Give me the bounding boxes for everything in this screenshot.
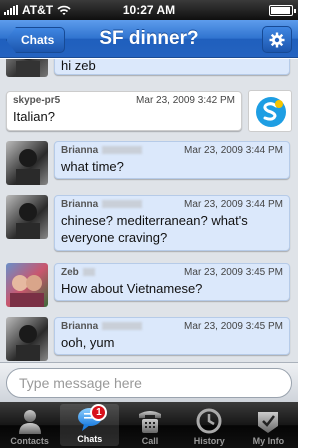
back-to-chats-button[interactable]: Chats	[6, 27, 66, 53]
chat-message: skype-pr5 Mar 23, 2009 3:42 PM Italian?	[0, 90, 298, 135]
message-text: Italian?	[13, 109, 55, 124]
status-bar: AT&T 10:27 AM	[0, 0, 298, 20]
conversation-title: SF dinner?	[99, 28, 199, 49]
tab-label: Call	[141, 436, 159, 446]
avatar-skype-logo	[248, 90, 292, 132]
sender-name: Brianna	[61, 145, 99, 156]
message-timestamp: Mar 23, 2009 3:45 PM	[184, 267, 283, 278]
status-time: 10:27 AM	[122, 3, 176, 17]
chat-message: hi zeb	[0, 59, 298, 83]
chat-message: Brianna Mar 23, 2009 3:44 PM chinese? me…	[0, 195, 298, 255]
avatar-bw-portrait	[6, 195, 48, 239]
avatar-bw-portrait	[6, 317, 48, 361]
tab-label: Contacts	[10, 436, 49, 446]
message-bubble: hi zeb	[54, 59, 290, 75]
gear-icon	[269, 32, 285, 47]
message-text: How about Vietnamese?	[61, 281, 203, 296]
chat-message: Brianna Mar 23, 2009 3:44 PM what time?	[0, 141, 298, 189]
sender-name: Brianna	[61, 321, 99, 332]
message-text: what time?	[61, 159, 124, 174]
avatar-bw-portrait	[6, 59, 48, 77]
message-timestamp: Mar 23, 2009 3:42 PM	[136, 95, 235, 106]
settings-button[interactable]	[262, 26, 292, 53]
unread-badge: 1	[90, 404, 108, 421]
tab-chats[interactable]: 1 Chats	[60, 404, 120, 446]
chat-message: Brianna Mar 23, 2009 3:45 PM ooh, yum	[0, 317, 298, 362]
tab-contacts[interactable]: Contacts	[0, 402, 59, 448]
skype-logo-icon	[256, 97, 286, 127]
message-timestamp: Mar 23, 2009 3:44 PM	[184, 145, 283, 156]
avatar-color-couple	[6, 263, 48, 307]
phone-icon	[139, 411, 161, 433]
sender-name: Zeb	[61, 267, 79, 278]
message-bubble: Brianna Mar 23, 2009 3:44 PM what time?	[54, 141, 290, 179]
sender-name: skype-pr5	[13, 95, 61, 106]
message-bubble: Brianna Mar 23, 2009 3:44 PM chinese? me…	[54, 195, 290, 251]
battery-icon	[269, 5, 296, 16]
chat-transcript[interactable]: hi zeb skype-pr5 Mar 23, 2009 3:42 PM It…	[0, 59, 298, 362]
compose-bar: Type message here	[0, 362, 298, 402]
message-text: chinese? mediterranean? what's everyone …	[61, 213, 248, 245]
message-input[interactable]: Type message here	[6, 368, 292, 398]
tab-bar: Contacts 1 Chats Call History My Info	[0, 402, 298, 448]
tab-call[interactable]: Call	[120, 402, 179, 448]
redacted-surname	[102, 322, 143, 331]
chat-message: Zeb Mar 23, 2009 3:45 PM How about Vietn…	[0, 263, 298, 311]
tab-label: Chats	[77, 434, 103, 444]
redacted-surname	[102, 146, 143, 155]
tab-label: My Info	[252, 436, 285, 446]
info-card-icon	[258, 412, 279, 433]
redacted-surname	[82, 268, 95, 277]
message-timestamp: Mar 23, 2009 3:45 PM	[184, 321, 283, 332]
avatar-bw-portrait	[6, 141, 48, 185]
sender-name: Brianna	[61, 199, 99, 210]
message-text: ooh, yum	[61, 335, 115, 350]
redacted-surname	[102, 200, 143, 209]
message-bubble: skype-pr5 Mar 23, 2009 3:42 PM Italian?	[6, 91, 242, 131]
tab-my-info[interactable]: My Info	[239, 402, 298, 448]
message-timestamp: Mar 23, 2009 3:44 PM	[184, 199, 283, 210]
tab-history[interactable]: History	[180, 402, 239, 448]
message-text: hi zeb	[61, 59, 96, 73]
message-bubble: Brianna Mar 23, 2009 3:45 PM ooh, yum	[54, 317, 290, 355]
clock-icon	[196, 408, 222, 434]
tab-label: History	[193, 436, 225, 446]
message-bubble: Zeb Mar 23, 2009 3:45 PM How about Vietn…	[54, 263, 290, 301]
navigation-bar: Chats SF dinner?	[0, 20, 298, 58]
person-icon	[18, 410, 41, 434]
